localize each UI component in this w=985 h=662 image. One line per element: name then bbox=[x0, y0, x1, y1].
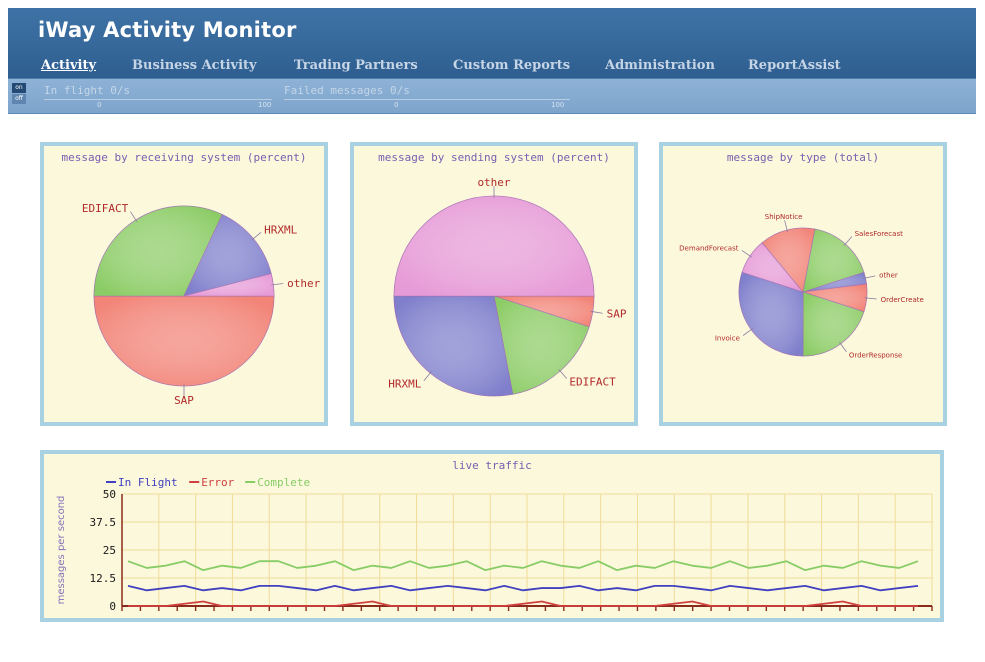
y-tick-label: 0 bbox=[109, 600, 116, 613]
nav-tab-administration[interactable]: Administration bbox=[605, 58, 715, 73]
pie-label-other: other bbox=[879, 271, 898, 279]
in-flight-meter bbox=[44, 99, 272, 100]
pie-label-other: other bbox=[287, 277, 320, 290]
pie-label-edifact: EDIFACT bbox=[569, 375, 616, 388]
receiving-system-panel: message by receiving system (percent) SA… bbox=[40, 142, 328, 426]
pie-leader-invoice bbox=[742, 328, 754, 336]
failed-min: 0 bbox=[394, 101, 399, 109]
pie-label-hrxml: HRXML bbox=[264, 224, 297, 237]
toggle-off-button[interactable]: off bbox=[12, 94, 26, 104]
chart-legend: In Flight Error Complete bbox=[106, 476, 310, 489]
in-flight-min: 0 bbox=[97, 101, 102, 109]
live-traffic-panel: live traffic 0 12.5 25 37.5 50 messages per s… bbox=[40, 450, 944, 622]
pie-leader-edifact bbox=[558, 369, 568, 379]
nav-tab-business-activity[interactable]: Business Activity bbox=[132, 58, 257, 73]
pie-label-ordercreate: OrderCreate bbox=[881, 296, 924, 304]
nav-tab-activity[interactable]: Activity bbox=[41, 58, 96, 73]
nav-tab-reportassist[interactable]: ReportAssist bbox=[748, 58, 841, 73]
y-tick-label: 12.5 bbox=[90, 572, 117, 585]
message-type-panel: message by type (total) other OrderCreate… bbox=[659, 142, 947, 426]
pie-label-salesforecast: SalesForecast bbox=[855, 230, 904, 238]
app-header: iWay Activity Monitor Activity Business … bbox=[8, 8, 976, 78]
series-line-complete bbox=[127, 560, 919, 572]
legend-label-complete: Complete bbox=[257, 476, 310, 489]
pie-leader-salesforecast bbox=[843, 236, 853, 246]
pie-leader-demandforecast bbox=[741, 250, 752, 258]
pie-label-orderresponse: OrderResponse bbox=[849, 352, 903, 360]
live-traffic-line-chart: 0 12.5 25 37.5 50 messages per second In Fligh… bbox=[56, 476, 933, 613]
sending-system-pie-chart: SAP EDIFACT HRXML other bbox=[388, 176, 627, 397]
pie-label-shipnotice: ShipNotice bbox=[765, 213, 803, 221]
monitor-toggle[interactable]: on off bbox=[12, 83, 26, 105]
y-tick-label: 25 bbox=[103, 544, 116, 557]
pie-label-demandforecast: DemandForecast bbox=[679, 245, 739, 253]
status-bar: on off In flight 0/s 0 100 Failed messag… bbox=[8, 78, 976, 114]
nav-tab-custom-reports[interactable]: Custom Reports bbox=[453, 58, 570, 73]
pie-label-sap: SAP bbox=[607, 308, 627, 321]
message-type-pie-chart: other OrderCreate OrderResponse Invoice Dema… bbox=[679, 213, 924, 360]
pie-slice-shading-sap bbox=[94, 296, 274, 386]
receiving-system-pie-chart: SAP EDIFACT HRXML other bbox=[82, 202, 321, 407]
pie-label-other: other bbox=[477, 176, 510, 189]
y-axis-title: messages per second bbox=[56, 496, 67, 605]
pie-slice-shading-other bbox=[394, 196, 594, 296]
series-line-in-flight bbox=[127, 584, 919, 592]
legend-label-error: Error bbox=[201, 476, 234, 489]
pie-label-hrxml: HRXML bbox=[388, 378, 421, 391]
failed-max: 100 bbox=[551, 101, 565, 109]
pie-label-sap: SAP bbox=[174, 394, 194, 407]
toggle-on-button[interactable]: on bbox=[12, 83, 26, 93]
pie-leader-edifact bbox=[130, 211, 138, 222]
app-window: iWay Activity Monitor Activity Business … bbox=[0, 0, 985, 662]
pie-label-invoice: Invoice bbox=[715, 334, 740, 342]
nav-tab-trading-partners[interactable]: Trading Partners bbox=[294, 58, 418, 73]
legend-label-in-flight: In Flight bbox=[118, 476, 178, 489]
pie-leader-hrxml bbox=[423, 371, 432, 382]
in-flight-max: 100 bbox=[258, 101, 272, 109]
pie-label-edifact: EDIFACT bbox=[82, 202, 129, 215]
failed-messages-meter bbox=[284, 99, 570, 100]
pie-leader-hrxml bbox=[251, 231, 262, 241]
pie-leader-orderresponse bbox=[839, 341, 847, 353]
in-flight-label: In flight 0/s bbox=[44, 84, 131, 97]
y-tick-label: 37.5 bbox=[90, 516, 117, 529]
y-tick-label: 50 bbox=[103, 488, 116, 501]
failed-messages-label: Failed messages 0/s bbox=[284, 84, 410, 97]
app-title: iWay Activity Monitor bbox=[38, 18, 297, 42]
sending-system-panel: message by sending system (percent) SAP E… bbox=[350, 142, 638, 426]
